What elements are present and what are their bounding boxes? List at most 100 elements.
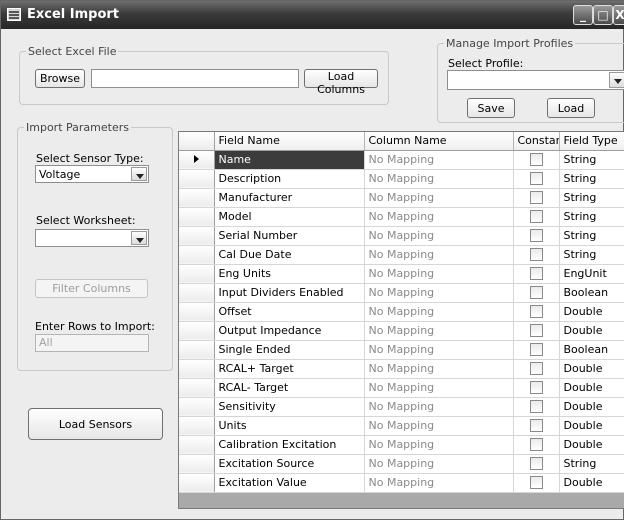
field-name-cell[interactable]: Eng Units	[214, 264, 365, 284]
constant-cell[interactable]	[513, 169, 560, 189]
maximize-button[interactable]: □	[593, 5, 613, 25]
table-row[interactable]: Model No Mapping String	[179, 207, 624, 227]
column-name-cell[interactable]: No Mapping	[364, 473, 514, 493]
field-type-cell[interactable]: String	[559, 245, 624, 265]
constant-cell[interactable]	[513, 359, 560, 379]
column-name-cell[interactable]: No Mapping	[364, 359, 514, 379]
table-row[interactable]: RCAL+ Target No Mapping Double	[179, 359, 624, 379]
field-name-cell[interactable]: RCAL- Target	[214, 378, 365, 398]
constant-cell[interactable]	[513, 416, 560, 436]
browse-button[interactable]: Browse	[35, 69, 85, 88]
constant-cell[interactable]	[513, 264, 560, 284]
constant-checkbox[interactable]	[529, 381, 543, 395]
constant-cell[interactable]	[513, 207, 560, 227]
field-type-cell[interactable]: Double	[559, 321, 624, 341]
field-name-cell[interactable]: Offset	[214, 302, 365, 322]
constant-cell[interactable]	[513, 435, 560, 455]
table-row[interactable]: RCAL- Target No Mapping Double	[179, 378, 624, 398]
row-header[interactable]	[179, 435, 215, 455]
column-name-cell[interactable]: No Mapping	[364, 150, 514, 170]
minimize-button[interactable]: _	[573, 5, 593, 25]
constant-cell[interactable]	[513, 397, 560, 417]
table-row[interactable]: Excitation Value No Mapping Double	[179, 473, 624, 493]
table-row[interactable]: Output Impedance No Mapping Double	[179, 321, 624, 341]
table-row[interactable]: Serial Number No Mapping String	[179, 226, 624, 246]
field-type-cell[interactable]: Double	[559, 378, 624, 398]
field-name-cell[interactable]: Sensitivity	[214, 397, 365, 417]
row-header[interactable]	[179, 207, 215, 227]
field-name-cell[interactable]: Manufacturer	[214, 188, 365, 208]
profile-select[interactable]	[447, 70, 624, 90]
field-type-cell[interactable]: String	[559, 169, 624, 189]
field-type-cell[interactable]: Double	[559, 435, 624, 455]
field-name-cell[interactable]: Description	[214, 169, 365, 189]
row-header[interactable]	[179, 359, 215, 379]
row-header[interactable]	[179, 397, 215, 417]
save-profile-button[interactable]: Save	[467, 98, 515, 118]
constant-checkbox[interactable]	[529, 400, 543, 414]
excel-path-input[interactable]	[91, 69, 299, 88]
constant-checkbox[interactable]	[529, 248, 543, 262]
row-header[interactable]	[179, 321, 215, 341]
table-row[interactable]: Input Dividers Enabled No Mapping Boolean	[179, 283, 624, 303]
column-name-cell[interactable]: No Mapping	[364, 321, 514, 341]
table-row[interactable]: Manufacturer No Mapping String	[179, 188, 624, 208]
column-name-cell[interactable]: No Mapping	[364, 169, 514, 189]
field-name-cell[interactable]: Excitation Source	[214, 454, 365, 474]
field-name-cell[interactable]: Units	[214, 416, 365, 436]
column-name-cell[interactable]: No Mapping	[364, 226, 514, 246]
field-type-cell[interactable]: String	[559, 226, 624, 246]
constant-checkbox[interactable]	[529, 343, 543, 357]
field-type-cell[interactable]: String	[559, 150, 624, 170]
row-header[interactable]	[179, 473, 215, 493]
constant-checkbox[interactable]	[529, 286, 543, 300]
row-header[interactable]	[179, 454, 215, 474]
rows-to-import-input[interactable]: All	[35, 334, 149, 352]
constant-cell[interactable]	[513, 226, 560, 246]
table-row[interactable]: Offset No Mapping Double	[179, 302, 624, 322]
row-header[interactable]	[179, 226, 215, 246]
constant-cell[interactable]	[513, 302, 560, 322]
column-name-cell[interactable]: No Mapping	[364, 302, 514, 322]
constant-checkbox[interactable]	[529, 362, 543, 376]
constant-cell[interactable]	[513, 454, 560, 474]
column-name-cell[interactable]: No Mapping	[364, 340, 514, 360]
field-name-cell[interactable]: Input Dividers Enabled	[214, 283, 365, 303]
constant-cell[interactable]	[513, 245, 560, 265]
table-row[interactable]: Cal Due Date No Mapping String	[179, 245, 624, 265]
constant-checkbox[interactable]	[529, 229, 543, 243]
field-name-cell[interactable]: Serial Number	[214, 226, 365, 246]
field-name-cell[interactable]: Single Ended	[214, 340, 365, 360]
column-name-cell[interactable]: No Mapping	[364, 435, 514, 455]
constant-checkbox[interactable]	[529, 267, 543, 281]
field-type-cell[interactable]: String	[559, 188, 624, 208]
constant-checkbox[interactable]	[529, 324, 543, 338]
column-name-cell[interactable]: No Mapping	[364, 207, 514, 227]
chevron-down-icon[interactable]	[131, 167, 147, 181]
constant-cell[interactable]	[513, 473, 560, 493]
table-row[interactable]: Name No Mapping String	[179, 150, 624, 170]
field-type-cell[interactable]: Double	[559, 302, 624, 322]
constant-checkbox[interactable]	[529, 172, 543, 186]
row-header[interactable]	[179, 378, 215, 398]
chevron-down-icon[interactable]	[131, 231, 147, 245]
field-name-cell[interactable]: Output Impedance	[214, 321, 365, 341]
column-header-field-name[interactable]: Field Name	[214, 132, 365, 151]
column-name-cell[interactable]: No Mapping	[364, 397, 514, 417]
column-name-cell[interactable]: No Mapping	[364, 378, 514, 398]
field-type-cell[interactable]: String	[559, 454, 624, 474]
title-bar[interactable]: Excel Import _ □ X	[1, 1, 624, 29]
field-name-cell[interactable]: Excitation Value	[214, 473, 365, 493]
field-name-cell[interactable]: Cal Due Date	[214, 245, 365, 265]
row-header-corner[interactable]	[179, 132, 215, 151]
constant-cell[interactable]	[513, 321, 560, 341]
table-row[interactable]: Excitation Source No Mapping String	[179, 454, 624, 474]
row-header[interactable]	[179, 169, 215, 189]
load-columns-button[interactable]: Load Columns	[304, 69, 378, 96]
field-type-cell[interactable]: Boolean	[559, 340, 624, 360]
table-row[interactable]: Units No Mapping Double	[179, 416, 624, 436]
row-header[interactable]	[179, 302, 215, 322]
column-name-cell[interactable]: No Mapping	[364, 454, 514, 474]
column-name-cell[interactable]: No Mapping	[364, 188, 514, 208]
field-mapping-grid[interactable]: Field Name Column Name Constant Field Ty…	[178, 131, 624, 509]
